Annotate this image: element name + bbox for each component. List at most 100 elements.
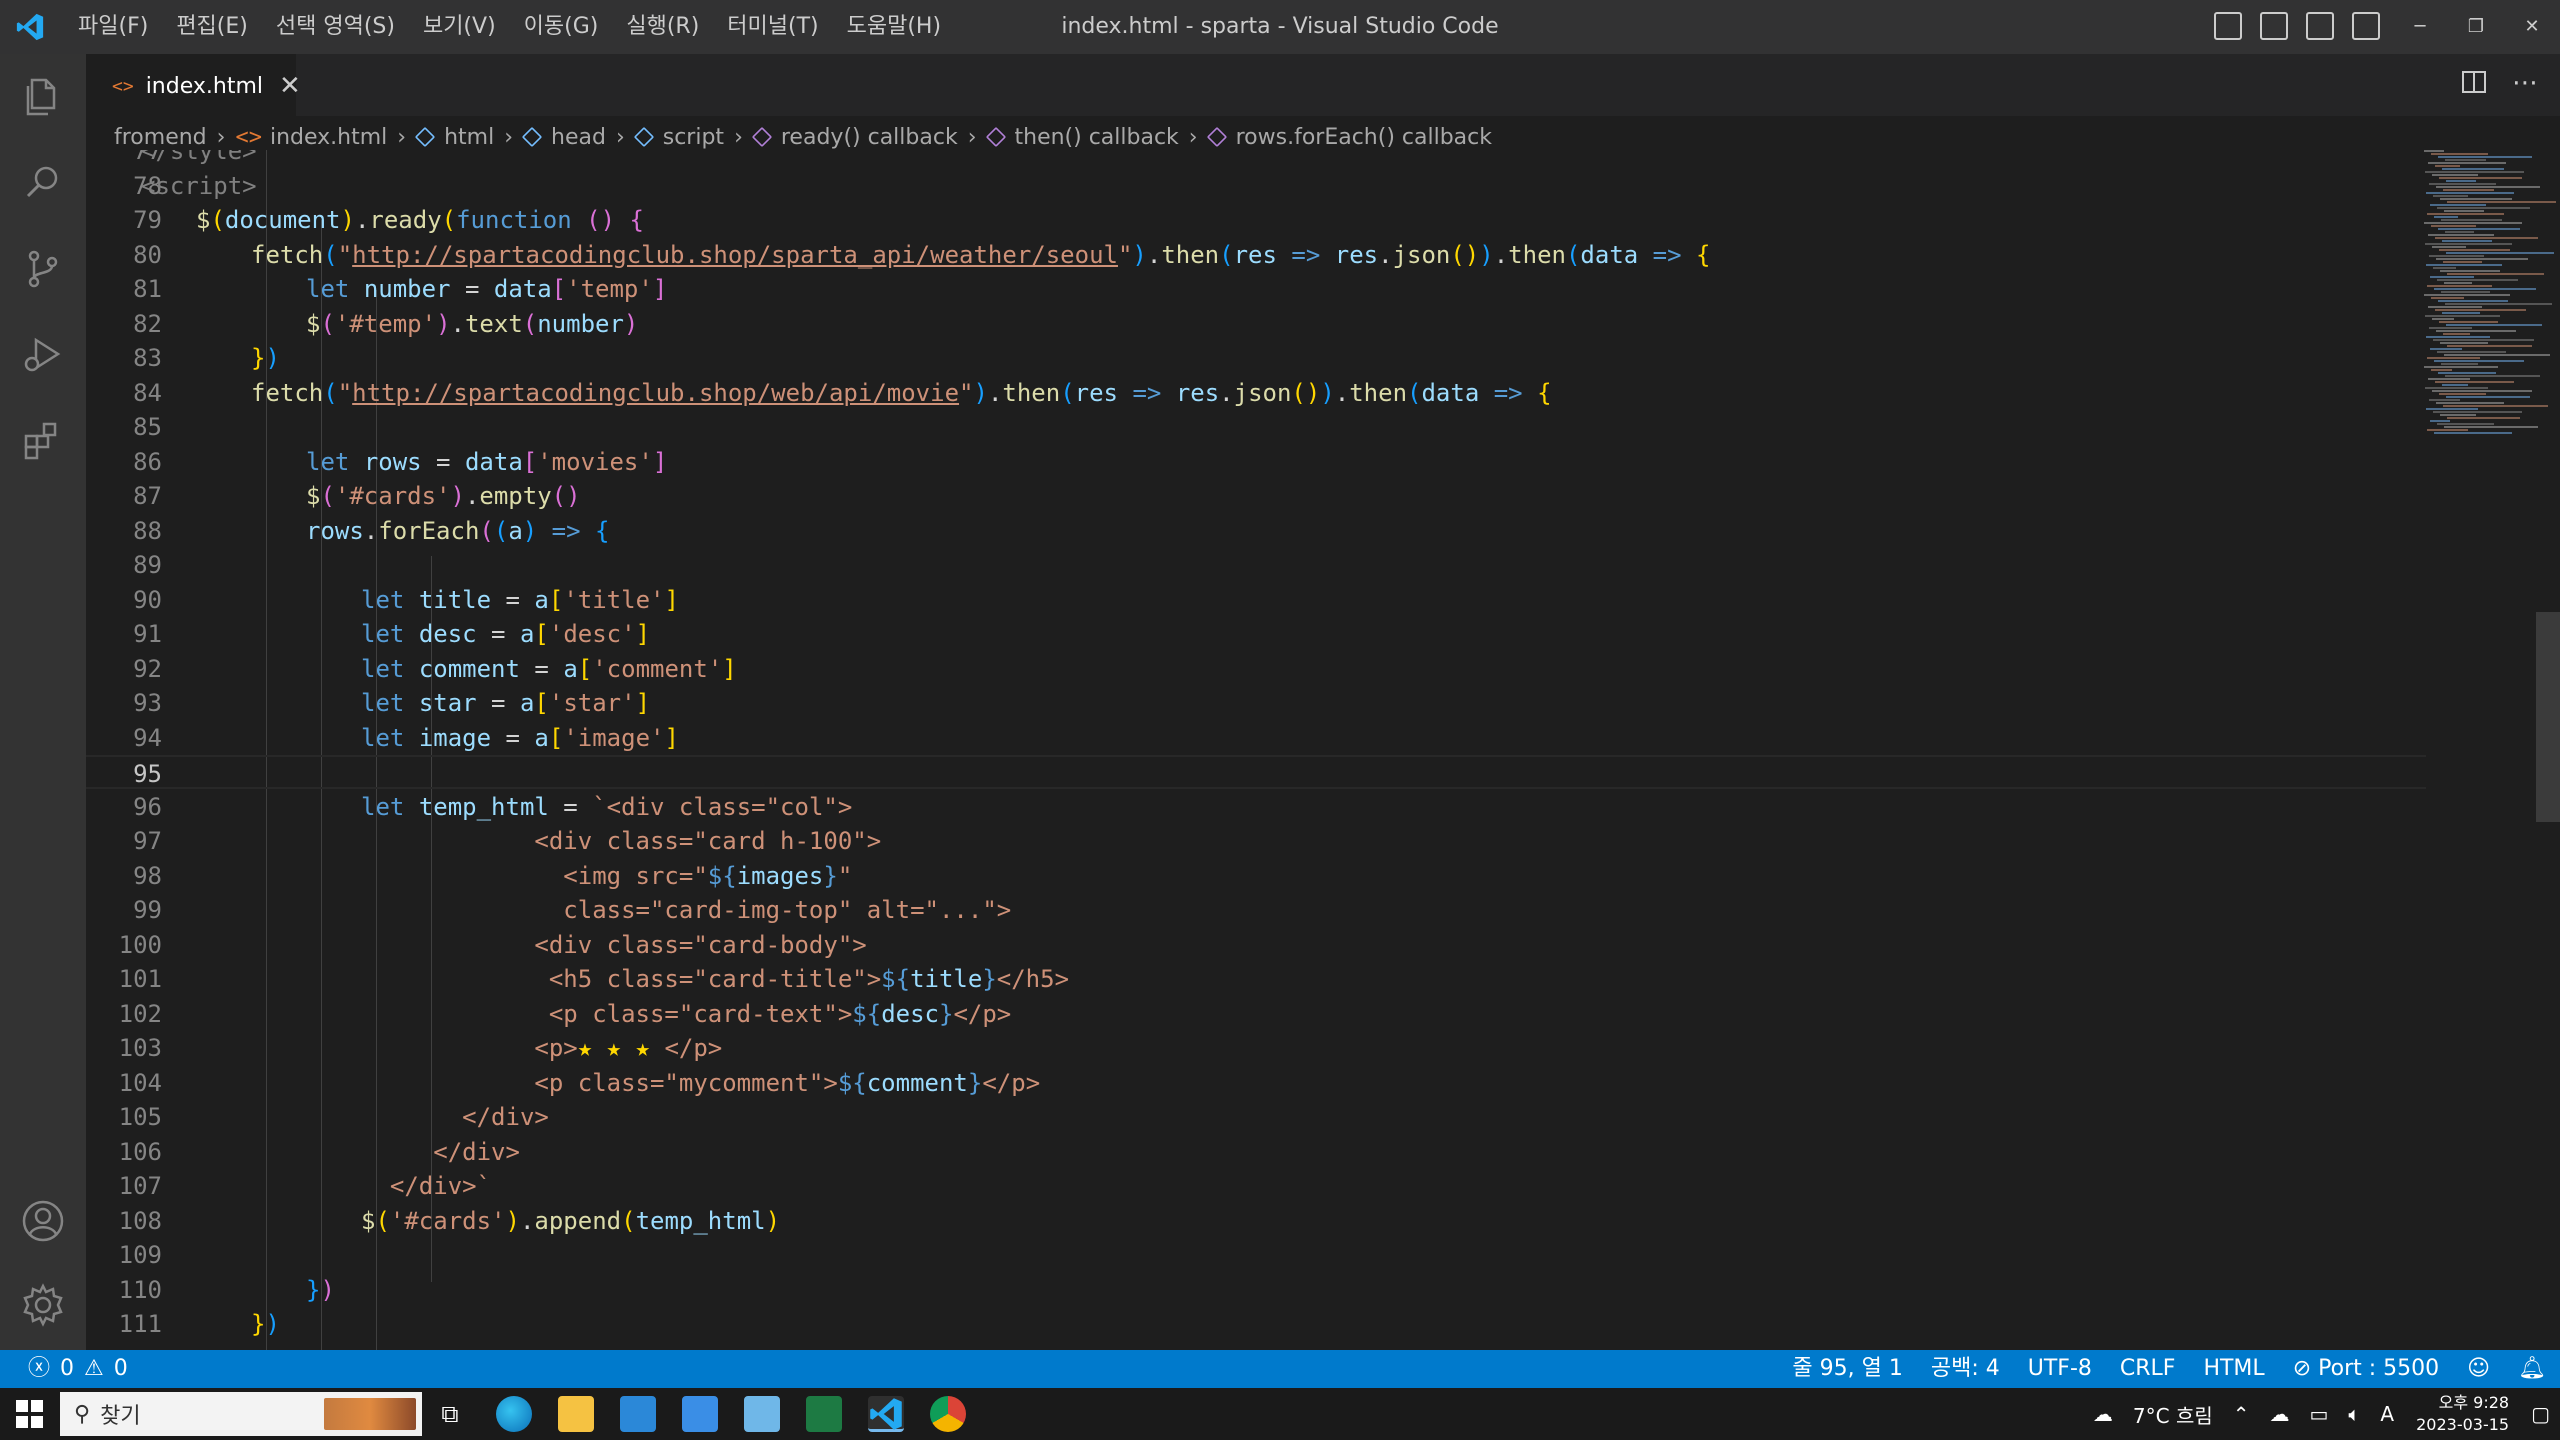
toggle-primary-sidebar-icon[interactable] xyxy=(2214,12,2242,40)
toggle-panel-icon[interactable] xyxy=(2260,12,2288,40)
vscode-taskbar-icon[interactable] xyxy=(868,1396,904,1432)
problems-indicator[interactable]: ⓧ 0 ⚠ 0 xyxy=(28,1350,128,1388)
code-line[interactable]: 107 </div>` xyxy=(86,1169,2426,1203)
code-line[interactable]: 111}) xyxy=(86,1307,2426,1341)
close-button[interactable]: ✕ xyxy=(2504,0,2560,54)
code-line[interactable]: 87 $('#cards').empty() xyxy=(86,479,2426,513)
code-line[interactable]: 97 <div class="card h-100"> xyxy=(86,824,2426,858)
code-line[interactable]: 94 let image = a['image'] xyxy=(86,721,2426,755)
notifications-bell-icon[interactable]: 🔔︎ xyxy=(2504,1350,2560,1388)
code-line[interactable]: 78 <script> xyxy=(86,169,2426,203)
menu-item[interactable]: 보기(V) xyxy=(409,0,510,54)
mail-icon[interactable] xyxy=(620,1396,656,1432)
code-line[interactable]: 84 fetch("http://spartacodingclub.shop/we… xyxy=(86,376,2426,410)
code-line[interactable]: 98 <img src="${images}" xyxy=(86,859,2426,893)
tab-index-html[interactable]: <> index.html ✕ xyxy=(86,54,301,116)
breadcrumb-item[interactable]: ready() callback xyxy=(751,125,958,150)
code-line[interactable]: 105 </div> xyxy=(86,1100,2426,1134)
accounts-icon[interactable] xyxy=(18,1196,68,1246)
taskbar-search[interactable]: ⚲ 찾기 xyxy=(60,1392,422,1436)
run-debug-icon[interactable] xyxy=(18,330,68,380)
language-mode[interactable]: HTML xyxy=(2189,1350,2278,1388)
code-line[interactable]: 77 </style> xyxy=(86,150,2426,168)
chrome-icon[interactable] xyxy=(930,1396,966,1432)
code-line[interactable]: 92 let comment = a['comment'] xyxy=(86,652,2426,686)
code-line[interactable]: 91 let desc = a['desc'] xyxy=(86,617,2426,651)
code-line[interactable]: 100 <div class="card-body"> xyxy=(86,928,2426,962)
code-line[interactable]: 104 <p class="mycomment">${comment}</p> xyxy=(86,1066,2426,1100)
code-line[interactable]: 106 </div> xyxy=(86,1135,2426,1169)
windows-start-icon[interactable] xyxy=(16,1400,44,1428)
code-line[interactable]: 96 let temp_html = `<div class="col"> xyxy=(86,790,2426,824)
ime-indicator[interactable]: A xyxy=(2370,1402,2404,1426)
scrollbar-thumb[interactable] xyxy=(2536,612,2560,822)
code-line[interactable]: 108 $('#cards').append(temp_html) xyxy=(86,1204,2426,1238)
code-line[interactable]: 101 <h5 class="card-title">${title}</h5> xyxy=(86,962,2426,996)
store-icon[interactable] xyxy=(682,1396,718,1432)
weather-cloud-icon[interactable]: ☁ xyxy=(2083,1402,2123,1426)
menu-item[interactable]: 선택 영역(S) xyxy=(262,0,409,54)
breadcrumb-item[interactable]: <> index.html xyxy=(235,125,387,150)
code-line[interactable]: 99 class="card-img-top" alt="..."> xyxy=(86,893,2426,927)
chevron-up-icon[interactable]: ⌃ xyxy=(2223,1402,2260,1426)
notepad-icon[interactable] xyxy=(744,1396,780,1432)
menu-item[interactable]: 실행(R) xyxy=(612,0,713,54)
network-icon[interactable]: ▭ xyxy=(2300,1402,2339,1426)
code-line[interactable]: 86 let rows = data['movies'] xyxy=(86,445,2426,479)
code-line[interactable]: 79 $(document).ready(function () { xyxy=(86,203,2426,237)
menu-item[interactable]: 도움말(H) xyxy=(833,0,955,54)
source-control-icon[interactable] xyxy=(18,244,68,294)
live-server-port[interactable]: ⊘ Port : 5500 xyxy=(2279,1350,2453,1388)
end-of-line[interactable]: CRLF xyxy=(2106,1350,2190,1388)
code-line[interactable]: 82 $('#temp').text(number) xyxy=(86,307,2426,341)
explorer-icon[interactable] xyxy=(18,72,68,122)
code-line[interactable]: 88 rows.forEach((a) => { xyxy=(86,514,2426,548)
encoding[interactable]: UTF-8 xyxy=(2014,1350,2106,1388)
feedback-icon[interactable]: ☺ xyxy=(2453,1350,2504,1388)
code-line[interactable]: 109 xyxy=(86,1238,2426,1272)
code-line[interactable]: 93 let star = a['star'] xyxy=(86,686,2426,720)
search-icon[interactable] xyxy=(18,158,68,208)
code-line[interactable]: 80 fetch("http://spartacodingclub.shop/sp… xyxy=(86,238,2426,272)
volume-icon[interactable]: 🔈︎ xyxy=(2338,1402,2370,1426)
clock[interactable]: 오후 9:28 2023-03-15 xyxy=(2404,1392,2521,1436)
close-tab-icon[interactable]: ✕ xyxy=(279,71,301,101)
excel-icon[interactable] xyxy=(806,1396,842,1432)
menu-item[interactable]: 터미널(T) xyxy=(713,0,832,54)
code-line[interactable]: 90 let title = a['title'] xyxy=(86,583,2426,617)
task-view-icon[interactable]: ⧉ xyxy=(432,1396,468,1432)
breadcrumb-item[interactable]: head xyxy=(521,125,606,150)
edge-icon[interactable] xyxy=(496,1396,532,1432)
code-line[interactable]: 102 <p class="card-text">${desc}</p> xyxy=(86,997,2426,1031)
code-line[interactable]: 89 xyxy=(86,548,2426,582)
file-explorer-icon[interactable] xyxy=(558,1396,594,1432)
code-editor[interactable]: 77 </style> 78 <script> 79 $(document).ready(… xyxy=(86,150,2426,1350)
breadcrumb-item[interactable]: html xyxy=(414,125,494,150)
customize-layout-icon[interactable] xyxy=(2352,12,2380,40)
code-line[interactable]: 110}) xyxy=(86,1273,2426,1307)
breadcrumb-item[interactable]: script xyxy=(633,125,724,150)
breadcrumb-item[interactable]: fromend xyxy=(114,125,207,150)
more-actions-icon[interactable]: ⋯ xyxy=(2512,68,2538,98)
indentation[interactable]: 공백: 4 xyxy=(1917,1350,2014,1388)
onedrive-icon[interactable]: ☁ xyxy=(2260,1402,2300,1426)
toggle-secondary-sidebar-icon[interactable] xyxy=(2306,12,2334,40)
menu-item[interactable]: 파일(F) xyxy=(64,0,162,54)
breadcrumb-item[interactable]: then() callback xyxy=(985,125,1179,150)
code-line[interactable]: 81 let number = data['temp'] xyxy=(86,272,2426,306)
breadcrumb-item[interactable]: rows.forEach() callback xyxy=(1206,125,1492,150)
minimap[interactable] xyxy=(2420,150,2556,1350)
extensions-icon[interactable] xyxy=(18,416,68,466)
settings-gear-icon[interactable] xyxy=(18,1280,68,1330)
weather-text[interactable]: 7°C 흐림 xyxy=(2123,1400,2223,1429)
minimize-button[interactable]: ─ xyxy=(2392,0,2448,54)
code-line[interactable]: 103 <p>★ ★ ★ </p> xyxy=(86,1031,2426,1065)
restore-button[interactable]: ❐ xyxy=(2448,0,2504,54)
menu-item[interactable]: 이동(G) xyxy=(510,0,613,54)
menu-item[interactable]: 편집(E) xyxy=(162,0,262,54)
notification-center-icon[interactable]: ▢ xyxy=(2521,1402,2560,1426)
cursor-position[interactable]: 줄 95, 열 1 xyxy=(1778,1350,1916,1388)
code-line[interactable]: 95 xyxy=(86,755,2426,789)
split-editor-icon[interactable] xyxy=(2460,68,2488,96)
code-line[interactable]: 83}) xyxy=(86,341,2426,375)
